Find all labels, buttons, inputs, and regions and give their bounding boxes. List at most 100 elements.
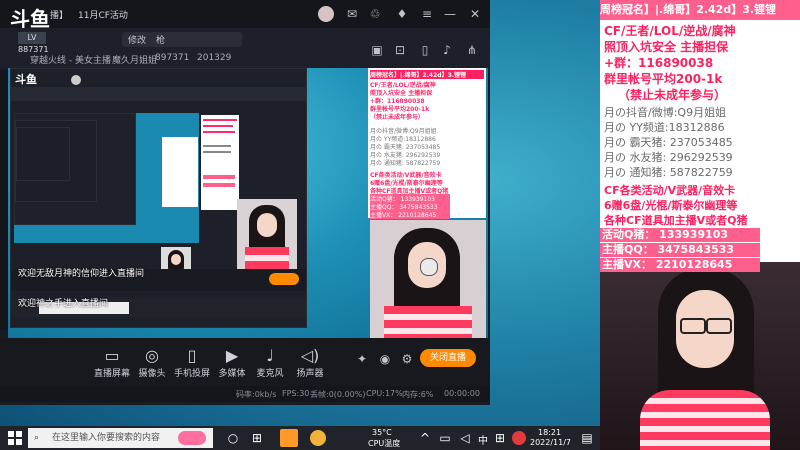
- volume-icon[interactable]: ◁: [458, 431, 472, 445]
- overlay-line: 照顶入坑安全 主播担保: [604, 40, 729, 54]
- screen-share-button[interactable]: ▭ 直播屏幕: [92, 346, 132, 379]
- stop-live-button[interactable]: 关闭直播: [420, 349, 476, 367]
- overlay-line: 各种CF道具加主播V或者Q猪: [604, 214, 748, 227]
- eye-icon[interactable]: ◉: [378, 352, 392, 366]
- app-titlebar: 斗鱼 播】 11月CF活动 ✉ ♲ ♦ ≡ — ✕: [0, 0, 490, 31]
- category-select[interactable]: 枪: [150, 32, 242, 47]
- skin-icon[interactable]: ♲: [368, 7, 382, 21]
- keyboard-icon[interactable]: ⊞: [493, 431, 507, 445]
- overlay-line: +群：116890038: [604, 56, 714, 70]
- mic-icon: ♩: [266, 346, 274, 365]
- nested-preview: [14, 113, 199, 243]
- streamer-line: 穿越火线 - 美女主播: [30, 56, 111, 66]
- gift-icon[interactable]: ♦: [395, 7, 409, 21]
- shirt-shape: [640, 390, 770, 450]
- room-id: 897371: [155, 53, 190, 63]
- chat-line: 欢迎无敌月神的信仰进入直播间: [18, 269, 145, 279]
- task-view-icon[interactable]: ○: [226, 431, 240, 445]
- mail-icon[interactable]: ✉: [345, 7, 359, 21]
- nested-window-3: [15, 120, 97, 202]
- bell-icon[interactable]: ♪: [440, 43, 454, 57]
- chevron-up-icon[interactable]: ^: [418, 431, 432, 445]
- nested-window: 斗鱼: [10, 68, 307, 328]
- close-icon[interactable]: ✕: [468, 7, 482, 21]
- camera-icon: ◎: [145, 346, 159, 365]
- anchor-qq: 主播QQ： 3475843533: [600, 243, 760, 257]
- nested-logo: 斗鱼: [15, 73, 37, 86]
- tool-label: 直播屏幕: [93, 369, 130, 379]
- screen-icon: ▭: [104, 346, 120, 365]
- browser-icon[interactable]: [310, 430, 326, 446]
- overlay-line: CF/王者/LOL/逆战/腐神: [604, 24, 736, 38]
- speaker-icon: ◁): [300, 346, 320, 365]
- camera-button[interactable]: ◎ 摄像头: [132, 346, 172, 379]
- notification-icon[interactable]: ▤: [580, 431, 594, 445]
- fps: FPS:30: [282, 389, 310, 398]
- glasses-right: [706, 318, 732, 334]
- phone-preview-icon[interactable]: ▯: [418, 43, 432, 57]
- tool-label: 多媒体: [218, 369, 246, 379]
- windows-start-icon[interactable]: [8, 431, 22, 445]
- taskbar-search-input[interactable]: ⌕ 在这里输入你要搜索的内容: [28, 428, 213, 448]
- lock-icon[interactable]: ⊡: [393, 43, 407, 57]
- broadcast-toolbar: ▭ 直播屏幕 ◎ 摄像头 ▯ 手机投屏 ▶ 多媒体 ♩ 麦克风 ◁) 扬声器 ✦…: [0, 338, 490, 386]
- live-preview: 斗鱼 欢迎无敌月神的信仰进入直播间 欢迎神之手进入直播间 周榜冠名】|.绵哥】2…: [8, 68, 488, 338]
- avatar[interactable]: [318, 6, 334, 22]
- taskview-icon[interactable]: ⊞: [250, 431, 264, 445]
- tray-app-icon[interactable]: [512, 431, 526, 445]
- douyu-app-icon[interactable]: [280, 429, 298, 447]
- dropped-frames: 丢帧:0(0.00%): [310, 390, 366, 399]
- share-icon[interactable]: ⋔: [465, 43, 479, 57]
- overlay-line: CF各类活动/V武器/音效卡: [604, 184, 736, 197]
- gear-icon[interactable]: ⚙: [400, 352, 414, 366]
- network-icon[interactable]: ▭: [438, 431, 452, 445]
- memory-usage: 内存:6%: [402, 390, 434, 399]
- effects-icon[interactable]: ✦: [355, 352, 369, 366]
- overlay-title: 周榜冠名】|.绵哥】2.42d】3.锂锂: [600, 0, 800, 20]
- bitrate: 码率:0kb/s: [236, 390, 277, 399]
- overlay-line: 月の 水友猪: 296292539: [604, 151, 733, 164]
- overlay-line: 月の抖音/微博:Q9月姐姐: [604, 106, 727, 119]
- streaming-app-window: 斗鱼 播】 11月CF活动 ✉ ♲ ♦ ≡ — ✕ LV 887371 修改 枪…: [0, 0, 490, 405]
- minimize-icon[interactable]: —: [443, 7, 457, 21]
- nested-overlay: [201, 115, 239, 210]
- info-overlay: 周榜冠名】|.绵哥】2.42d】3.锂锂 CF/王者/LOL/逆战/腐神 照顶入…: [600, 0, 800, 262]
- overlay-line: 6赠6盘/光棍/斯泰尔幽理等: [604, 199, 738, 212]
- face-mask: [420, 258, 438, 276]
- clock-date: 2022/11/7: [530, 438, 572, 447]
- search-placeholder: 在这里输入你要搜索的内容: [52, 433, 161, 443]
- status-bar: 码率:0kb/s FPS:30 丢帧:0(0.00%) CPU:17% 内存:6…: [0, 386, 490, 402]
- mic-button[interactable]: ♩ 麦克风: [250, 346, 290, 379]
- nested-overlay-small: [162, 137, 198, 207]
- media-icon: ▶: [225, 346, 239, 365]
- weekly-label: 魔久月姐姐: [112, 56, 158, 66]
- overlay-line: 群里帐号平均200-1k: [604, 72, 723, 86]
- ime-language[interactable]: 中: [478, 432, 488, 447]
- overlay-line: 月の 霸天猪: 237053485: [604, 136, 733, 149]
- preview-overlay-title: 周榜冠名】|.绵哥】2.42d】3.锂锂: [370, 70, 484, 79]
- live-timer: 00:00:00: [444, 389, 480, 398]
- left-rail: [0, 70, 8, 330]
- cart-icon[interactable]: ▣: [370, 43, 384, 57]
- right-panel: 周榜冠名】|.绵哥】2.42d】3.锂锂 CF/王者/LOL/逆战/腐神 照顶入…: [600, 0, 800, 450]
- cpu-temp: 35°C: [372, 428, 392, 437]
- category-value: 枪: [156, 36, 166, 46]
- room-info-bar: LV 887371 修改 枪 穿越火线 - 美女主播 魔久月姐姐 897371 …: [0, 28, 490, 68]
- overlay-line: （禁止未成年参与）: [618, 88, 727, 102]
- cpu-temp-label: CPU温度: [368, 439, 401, 448]
- preview-overlay-line: 主播VX： 2210128645: [370, 210, 450, 219]
- menu-icon[interactable]: ≡: [420, 7, 434, 21]
- nested-cam: [237, 199, 297, 269]
- nested-infobar: [11, 87, 306, 101]
- anchor-vx: 主播VX： 2210128645: [600, 258, 760, 272]
- media-button[interactable]: ▶ 多媒体: [212, 346, 252, 379]
- phone-icon: ▯: [187, 346, 197, 365]
- clock-time: 18:21: [538, 428, 562, 437]
- tool-label: 手机投屏: [173, 369, 210, 379]
- edit-button[interactable]: 修改: [122, 32, 153, 47]
- nested-window-2: [14, 113, 136, 225]
- phone-cast-button[interactable]: ▯ 手机投屏: [172, 346, 212, 379]
- speaker-button[interactable]: ◁) 扬声器: [290, 346, 330, 379]
- activity-q: 活动Q猪： 133939103: [600, 228, 760, 242]
- tool-label: 扬声器: [296, 369, 324, 379]
